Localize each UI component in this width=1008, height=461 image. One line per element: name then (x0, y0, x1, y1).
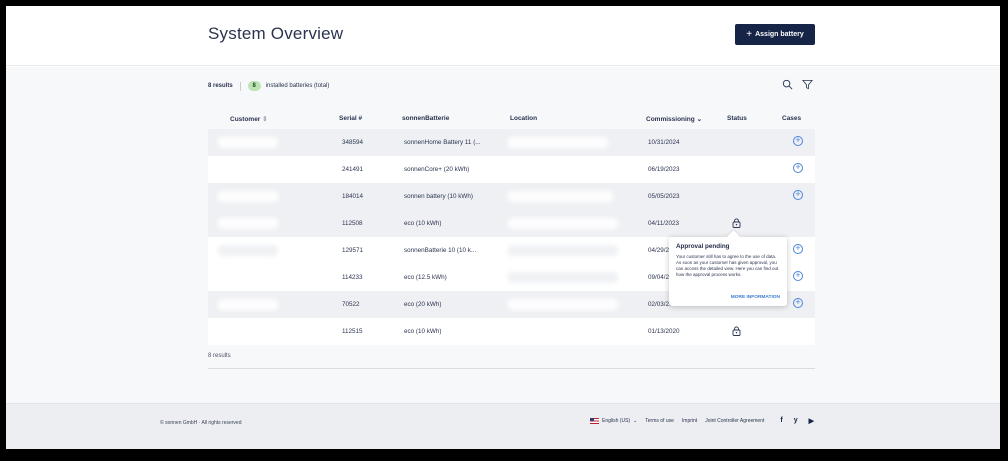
popover-text: Your customer still has to agree to the … (676, 254, 779, 277)
col-commissioning[interactable]: Commissioning ⌄ (646, 115, 702, 123)
screen-frame: System Overview + Assign battery 8 resul… (0, 0, 1008, 461)
table-row[interactable]: 241491 sonnenCore+ (20 kWh) 06/19/2023 + (208, 156, 815, 183)
customer-redacted (218, 191, 278, 202)
app-screen: System Overview + Assign battery 8 resul… (6, 6, 1000, 449)
date-cell: 04/11/2023 (648, 220, 680, 227)
battery-table: Customer ⇕ Serial # sonnenBatterie Locat… (208, 107, 815, 345)
add-case-icon[interactable]: + (793, 163, 803, 173)
serial-cell: 112508 (342, 220, 363, 227)
search-icon[interactable] (782, 79, 793, 90)
lock-icon[interactable] (732, 326, 741, 336)
location-redacted (508, 191, 613, 202)
chevron-down-icon: ⌄ (633, 418, 638, 424)
footer-links: English (US) ⌄ Terms of use Imprint Join… (590, 417, 814, 425)
table-row[interactable]: 348594 sonnenHome Battery 11 (... 10/31/… (208, 129, 815, 156)
filter-icon[interactable] (802, 79, 813, 90)
social-links: f y ▶ (780, 417, 814, 425)
date-cell: 01/13/2020 (648, 328, 680, 335)
col-customer[interactable]: Customer ⇕ (230, 115, 268, 123)
battery-cell: eco (20 kWh) (404, 301, 442, 308)
facebook-icon[interactable]: f (780, 417, 782, 425)
page-title: System Overview (208, 24, 344, 43)
table-row[interactable]: 112508 eco (10 kWh) 04/11/2023 (208, 210, 815, 237)
table-row[interactable]: 112515 eco (10 kWh) 01/13/2020 (208, 318, 815, 345)
col-customer-label: Customer (230, 116, 261, 123)
location-redacted (508, 218, 618, 229)
main-content: 8 results 8 installed batteries (total) … (6, 67, 1000, 403)
col-battery[interactable]: sonnenBatterie (402, 115, 449, 122)
page-footer: © sonnen GmbH · All rights reserved Engl… (6, 403, 1000, 449)
add-case-icon[interactable]: + (793, 136, 803, 146)
location-redacted (508, 245, 618, 256)
battery-cell: eco (12.5 kWh) (404, 274, 447, 281)
serial-cell: 114233 (342, 274, 363, 281)
page-header: System Overview + Assign battery (6, 6, 1000, 66)
imprint-link[interactable]: Imprint (682, 418, 697, 424)
approval-pending-popover: Approval pending Your customer still has… (669, 237, 787, 306)
battery-cell: eco (10 kWh) (404, 220, 442, 227)
serial-cell: 129571 (342, 247, 364, 254)
twitter-icon[interactable]: y (794, 417, 798, 425)
add-case-icon[interactable]: + (793, 190, 803, 200)
battery-cell: sonnenCore+ (20 kWh) (404, 166, 470, 173)
table-row[interactable]: 184014 sonnen battery (10 kWh) 05/05/202… (208, 183, 815, 210)
customer-redacted (218, 299, 278, 310)
results-summary: 8 results 8 installed batteries (total) (208, 81, 329, 91)
assign-battery-button[interactable]: + Assign battery (735, 24, 815, 45)
serial-cell: 112515 (342, 328, 363, 335)
customer-redacted (218, 245, 278, 256)
table-header: Customer ⇕ Serial # sonnenBatterie Locat… (208, 107, 815, 129)
joint-controller-link[interactable]: Joint Controller Agreement (705, 418, 764, 424)
installed-count-badge: 8 (247, 81, 261, 91)
add-case-icon[interactable]: + (793, 271, 803, 281)
serial-cell: 348594 (342, 139, 364, 146)
add-case-icon[interactable]: + (793, 244, 803, 254)
results-count: 8 results (208, 83, 233, 89)
customer-redacted (218, 137, 278, 148)
sort-desc-icon: ⌄ (696, 116, 703, 123)
col-status[interactable]: Status (727, 115, 747, 122)
table-tools (782, 79, 813, 90)
battery-cell: sonnenHome Battery 11 (... (404, 139, 481, 146)
battery-cell: sonnenBatterie 10 (10 k... (404, 247, 477, 254)
assign-battery-label: Assign battery (755, 31, 804, 38)
table-footer-results: 8 results (208, 353, 231, 359)
language-label: English (US) (602, 418, 631, 424)
table-bottom-divider (208, 368, 815, 369)
us-flag-icon (590, 418, 599, 424)
col-serial[interactable]: Serial # (339, 115, 362, 122)
serial-cell: 70522 (342, 301, 360, 308)
col-cases[interactable]: Cases (782, 115, 801, 122)
copyright-text: © sonnen GmbH · All rights reserved (160, 420, 242, 426)
plus-icon: + (746, 29, 753, 40)
date-cell: 06/19/2023 (648, 166, 680, 173)
battery-cell: sonnen battery (10 kWh) (404, 193, 473, 200)
location-redacted (508, 272, 618, 283)
battery-cell: eco (10 kWh) (404, 328, 442, 335)
serial-cell: 184014 (342, 193, 364, 200)
language-selector[interactable]: English (US) ⌄ (590, 418, 637, 424)
lock-icon[interactable] (732, 218, 741, 228)
col-commissioning-label: Commissioning (646, 116, 695, 123)
popover-title: Approval pending (676, 243, 730, 250)
sort-icon: ⇕ (262, 116, 268, 123)
more-information-link[interactable]: MORE INFORMATION (731, 295, 780, 300)
date-cell: 05/05/2023 (648, 193, 680, 200)
col-location[interactable]: Location (510, 115, 537, 122)
location-redacted (508, 137, 608, 148)
location-redacted (508, 299, 618, 310)
add-case-icon[interactable]: + (793, 298, 803, 308)
terms-link[interactable]: Terms of use (645, 418, 674, 424)
serial-cell: 241491 (342, 166, 364, 173)
date-cell: 10/31/2024 (648, 139, 680, 146)
youtube-icon[interactable]: ▶ (809, 417, 814, 425)
installed-label: installed batteries (total) (265, 83, 330, 89)
summary-divider (239, 81, 241, 91)
customer-redacted (218, 218, 278, 229)
